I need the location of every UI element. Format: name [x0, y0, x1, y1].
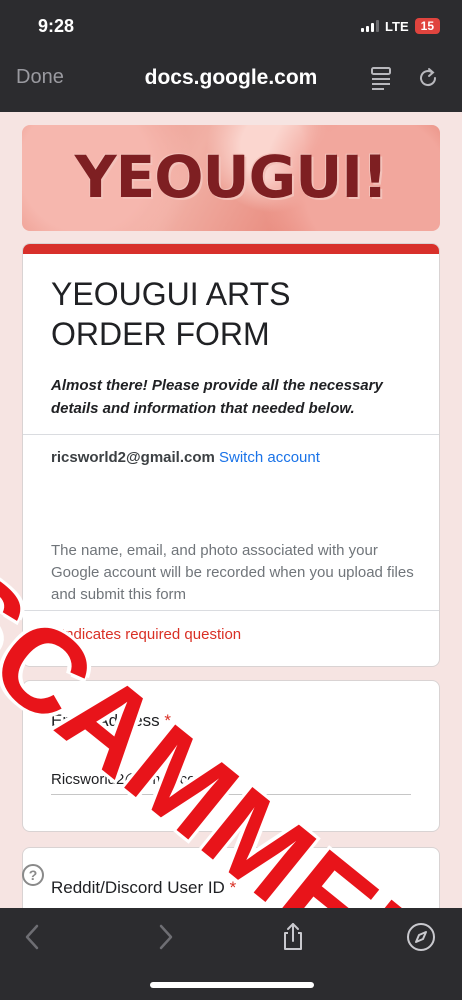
- forward-icon[interactable]: [150, 922, 180, 952]
- switch-account-link[interactable]: Switch account: [219, 449, 320, 466]
- account-row: ricsworld2@gmail.com Switch account: [51, 449, 320, 466]
- status-time: 9:28: [38, 16, 75, 36]
- form-description: Almost there! Please provide all the nec…: [51, 377, 383, 417]
- reader-icon[interactable]: [370, 66, 392, 90]
- divider: [23, 610, 439, 611]
- header-banner: YEOUGUI!: [22, 125, 440, 231]
- info-text: The name, email, and photo associated wi…: [51, 542, 414, 603]
- status-indicators: LTE 15: [361, 18, 440, 34]
- accent-bar: [23, 244, 439, 254]
- form-header-card: YEOUGUI ARTS ORDER FORM Almost there! Pl…: [22, 243, 440, 667]
- help-icon[interactable]: ?: [22, 864, 44, 886]
- form-title: YEOUGUI ARTS ORDER FORM: [51, 276, 291, 352]
- browser-chrome: 9:28 LTE 15 Done docs.google.com: [0, 0, 462, 112]
- battery-badge: 15: [414, 18, 440, 34]
- done-button[interactable]: Done: [16, 66, 64, 89]
- home-indicator: [150, 982, 314, 988]
- network-label: LTE: [385, 18, 409, 34]
- banner-title: YEOUGUI!: [74, 143, 389, 211]
- account-email: ricsworld2@gmail.com: [51, 449, 215, 466]
- compass-icon[interactable]: [406, 922, 436, 952]
- share-icon[interactable]: [278, 922, 308, 952]
- signal-icon: [361, 20, 380, 32]
- back-icon[interactable]: [18, 922, 48, 952]
- reload-icon[interactable]: [416, 66, 440, 90]
- divider: [23, 434, 439, 435]
- address-bar[interactable]: docs.google.com: [0, 66, 462, 90]
